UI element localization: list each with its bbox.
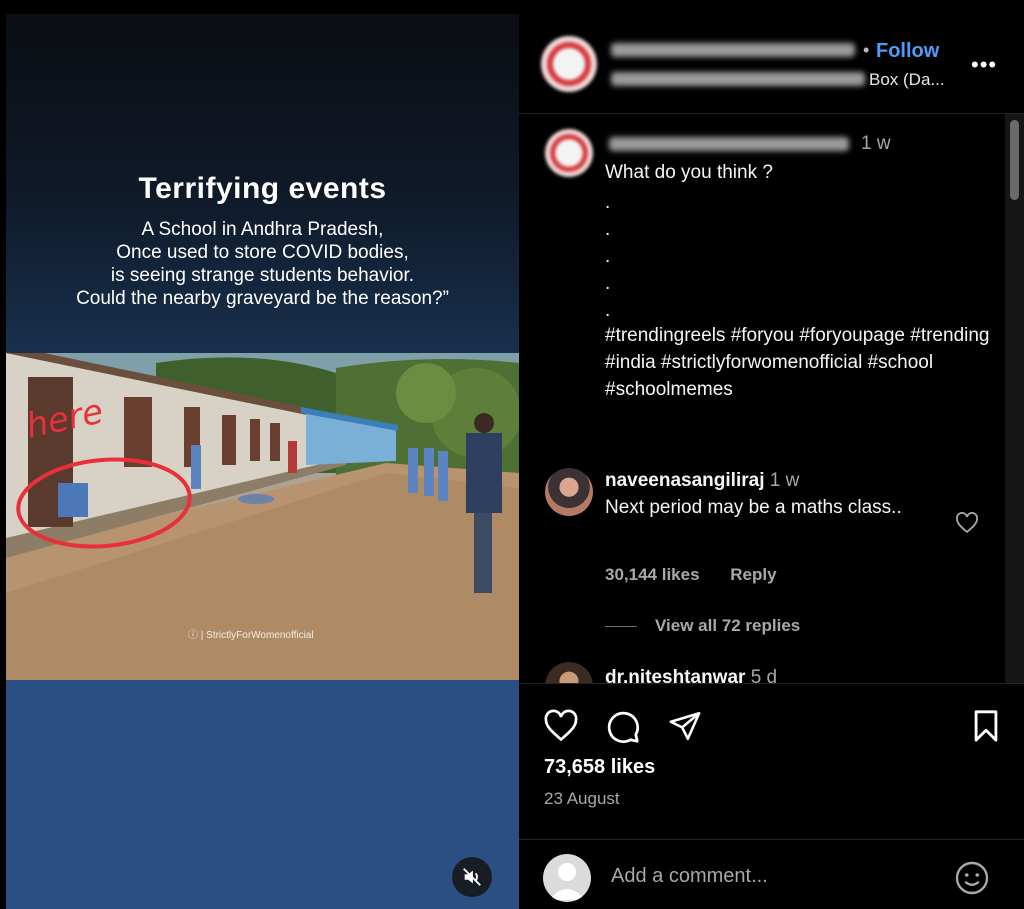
comment-header: dr.niteshtanwar 5 d (605, 664, 778, 684)
comment-meta: 30,144 likes Reply (605, 565, 803, 585)
replies-divider-line (605, 626, 637, 628)
default-avatar-icon (549, 863, 585, 900)
heart-outline-icon (956, 512, 978, 534)
view-replies-label: View all 72 replies (655, 616, 801, 635)
comment-username[interactable]: naveenasangiliraj (605, 470, 764, 491)
comment-text: Next period may be a maths class.. (605, 497, 902, 518)
view-replies-button[interactable]: View all 72 replies (605, 616, 800, 636)
current-user-avatar (543, 854, 591, 902)
reel-subtitle-line: is seeing strange students behavior. (110, 265, 415, 286)
caption-timestamp: 1 w (861, 133, 891, 154)
post-like-count[interactable]: 73,658 likes (544, 756, 655, 779)
comments-list[interactable]: 1 w What do you think ? . . . . . #trend… (519, 114, 1024, 684)
comment-timestamp: 1 w (769, 470, 800, 491)
post-window: Terrifying events A School in Andhra Pra… (6, 14, 1024, 909)
caption-text: What do you think ? (605, 162, 773, 183)
reel-subtitle-line: A School in Andhra Pradesh, (141, 219, 384, 240)
speaker-muted-icon (463, 868, 481, 886)
follow-button[interactable]: Follow (876, 40, 939, 63)
comments-scrollbar[interactable] (1005, 114, 1024, 683)
reel-media[interactable]: Terrifying events A School in Andhra Pra… (6, 14, 519, 909)
post-actions: 73,658 likes 23 August (519, 685, 1024, 835)
reel-caption-overlay: Terrifying events A School in Andhra Pra… (6, 14, 519, 353)
emoji-button[interactable] (954, 860, 990, 901)
mute-button[interactable] (452, 857, 492, 897)
author-avatar[interactable] (541, 36, 597, 92)
comment-timestamp: 5 d (750, 667, 778, 684)
paper-plane-icon (669, 711, 701, 741)
comment-like-count[interactable]: 30,144 likes (605, 565, 700, 584)
post-header: • Follow Box (Da... ••• (519, 14, 1024, 114)
caption-dot: . (605, 273, 611, 294)
caption-dot: . (605, 192, 611, 213)
comment-input[interactable] (611, 865, 931, 888)
share-button[interactable] (667, 709, 703, 748)
smiley-icon (955, 861, 989, 895)
audio-title[interactable]: Box (Da... (869, 70, 945, 90)
scrollbar-thumb[interactable] (1010, 120, 1019, 200)
comment-header: naveenasangiliraj 1 w (605, 467, 799, 494)
like-button[interactable] (543, 709, 579, 748)
save-button[interactable] (971, 709, 1001, 748)
reply-button[interactable]: Reply (730, 565, 776, 584)
reel-subtitle-line: Could the nearby graveyard be the reason… (76, 288, 449, 309)
audio-info-blurred[interactable] (611, 72, 865, 86)
reel-subtitle: A School in Andhra Pradesh, Once used to… (6, 218, 519, 310)
commenter-avatar[interactable] (545, 468, 593, 516)
post-date: 23 August (544, 789, 620, 808)
reel-subtitle-line: Once used to store COVID bodies, (116, 242, 409, 263)
heart-icon (544, 709, 578, 742)
reel-title: Terrifying events (138, 172, 387, 205)
more-options-icon[interactable]: ••• (971, 52, 997, 78)
caption-dots: . . . . . (605, 189, 610, 324)
comment-bubble-icon (607, 711, 639, 743)
author-username-blurred[interactable] (609, 137, 849, 151)
reel-watermark: ⓘ | StrictlyForWomenofficial (188, 630, 314, 641)
caption-dot: . (605, 300, 611, 321)
separator-dot: • (863, 40, 870, 60)
comment-button[interactable] (605, 709, 641, 750)
commenter-avatar[interactable] (545, 662, 593, 683)
caption-dot: . (605, 246, 611, 267)
bookmark-icon (974, 710, 998, 742)
caption-dot: . (605, 219, 611, 240)
caption-hashtags[interactable]: #trendingreels #foryou #foryoupage #tren… (605, 322, 995, 403)
author-avatar-small[interactable] (545, 129, 593, 177)
add-comment-bar (519, 839, 1024, 909)
post-side-panel: • Follow Box (Da... ••• 1 w What do you … (519, 14, 1024, 909)
comment-username[interactable]: dr.niteshtanwar (605, 667, 745, 683)
author-username-blurred[interactable] (611, 43, 855, 57)
comment-like-button[interactable] (955, 512, 979, 539)
